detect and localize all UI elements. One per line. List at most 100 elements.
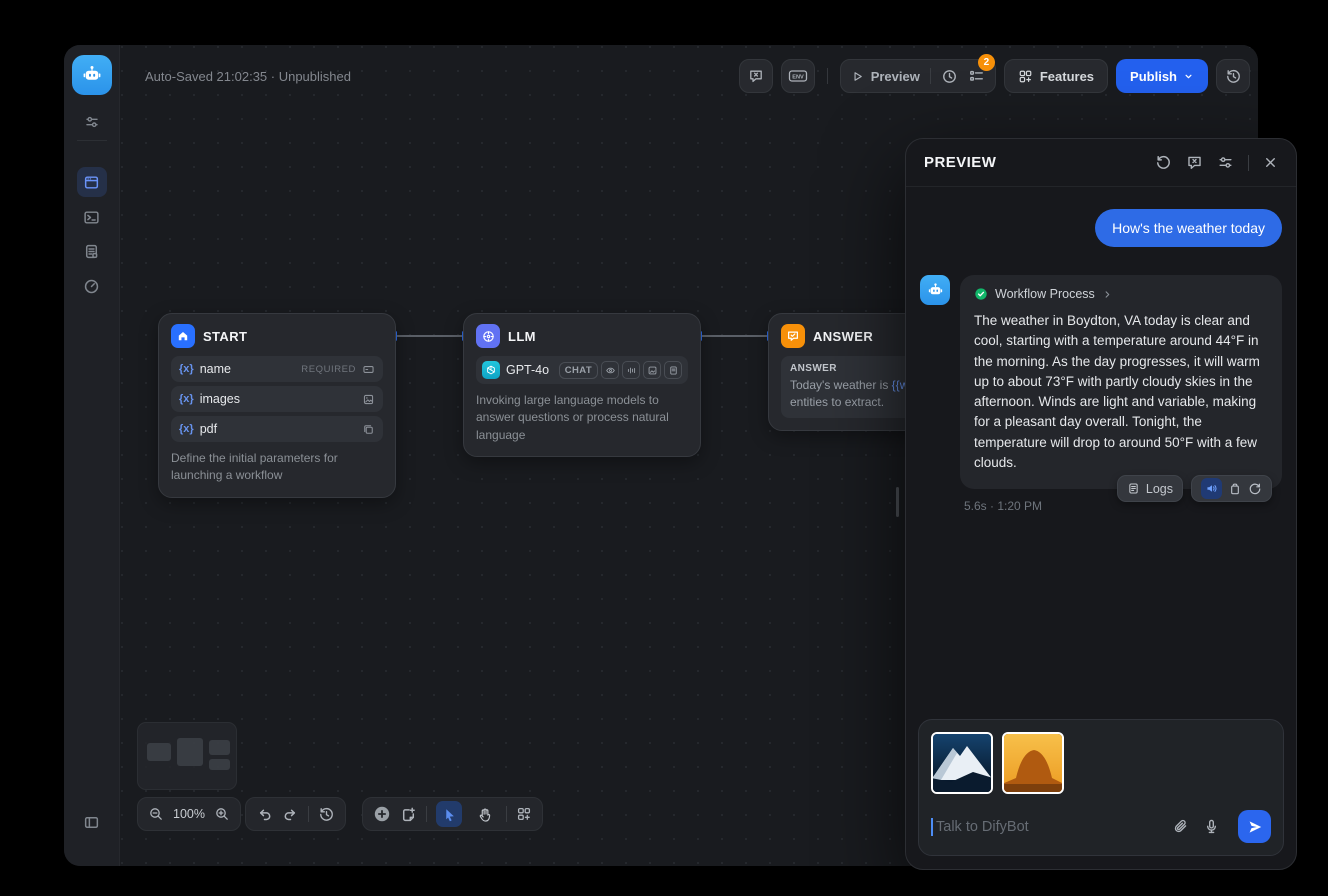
chat-input-row [931,810,1271,843]
workflow-process-toggle[interactable]: Workflow Process [974,287,1268,301]
sliders-icon[interactable] [1217,154,1234,171]
refresh-icon[interactable] [1155,154,1172,171]
chat-annotation-button[interactable] [739,59,773,93]
run-history-icon [941,68,958,85]
pill-divider [506,806,507,822]
svg-text:ENV: ENV [792,75,804,81]
zoom-level[interactable]: 100% [173,807,205,821]
undo-redo-controls [245,797,346,831]
start-field-images[interactable]: {x} images [171,386,383,412]
version-history-button[interactable] [1216,59,1250,93]
preview-header: PREVIEW [906,139,1296,187]
sidebar-item-terminal[interactable] [77,202,107,232]
features-button[interactable]: Features [1004,59,1108,93]
message-actions: Logs [1117,475,1272,502]
attachment-thumbnail-mountain-blue[interactable] [931,732,993,794]
app-logo[interactable] [72,55,112,95]
robot-icon [926,281,945,300]
publish-button[interactable]: Publish [1116,59,1208,93]
node-title: START [203,329,247,344]
variable-token: {x} [179,423,194,435]
regenerate-button[interactable] [1248,482,1262,496]
sidebar-item-orchestrate[interactable] [77,167,107,197]
attachment-thumbnail-mountain-orange[interactable] [1002,732,1064,794]
preview-button[interactable]: Preview [851,69,920,84]
mic-icon[interactable] [1203,818,1220,835]
undo-icon[interactable] [256,806,273,823]
chat-input-box [918,719,1284,856]
hand-icon [477,807,492,822]
vision-icon [601,361,619,379]
edge-start-llm [396,335,463,337]
tune-icon[interactable] [77,107,107,137]
send-icon [1247,819,1263,835]
checklist-button[interactable]: 2 [968,68,985,85]
image-file-icon [362,393,375,406]
chat-input[interactable] [936,819,1172,835]
message-tools [1191,475,1272,502]
zoom-in-icon[interactable] [214,806,230,822]
sidebar-item-monitoring[interactable] [77,271,107,301]
chevron-right-icon [1102,289,1113,300]
canvas-header: Auto-Saved 21:02:35 · Unpublished ENV Pr… [120,45,1258,107]
copy-button[interactable] [1228,482,1242,496]
collapse-sidebar-icon[interactable] [77,807,107,837]
preview-panel: PREVIEW How's the weather today [905,138,1297,870]
send-button[interactable] [1238,810,1271,843]
node-description: Define the initial parameters for launch… [171,450,383,485]
orchestrate-icon [83,174,100,191]
hand-tool[interactable] [471,801,497,827]
checklist-badge: 2 [978,54,995,71]
zoom-controls: 100% [137,797,241,831]
text-input-icon [362,363,375,376]
answer-icon [781,324,805,348]
pill-divider [308,806,309,822]
pill-divider [426,806,427,822]
env-button[interactable]: ENV [781,59,815,93]
start-field-pdf[interactable]: {x} pdf [171,416,383,442]
gpt4o-icon [482,361,500,379]
audio-icon [622,361,640,379]
add-node-icon[interactable] [373,805,391,823]
speaker-button[interactable] [1201,478,1222,499]
paperclip-icon[interactable] [1172,818,1189,835]
pill-divider [930,68,931,84]
chat-mode-badge: CHAT [559,362,598,379]
start-field-name[interactable]: {x} name REQUIRED [171,356,383,382]
organize-icon[interactable] [516,806,532,822]
header-divider [827,68,828,84]
env-icon: ENV [788,68,808,84]
chat-close-icon[interactable] [1186,154,1203,171]
zoom-out-icon[interactable] [148,806,164,822]
bot-message-bubble: Workflow Process The weather in Boydton,… [960,275,1282,489]
redo-icon[interactable] [282,806,299,823]
edge-llm-answer [701,335,768,337]
variable-token: {x} [179,393,194,405]
canvas-tools [362,797,543,831]
check-circle-icon [974,287,988,301]
chevron-down-icon [1183,71,1194,82]
node-llm[interactable]: LLM GPT-4o CHAT Invoking large lan [463,313,701,457]
minimap[interactable] [137,722,237,790]
pill-divider [1248,155,1249,171]
logs-button[interactable]: Logs [1117,475,1183,502]
node-start[interactable]: START {x} name REQUIRED {x} images [158,313,396,498]
node-description: Invoking large language models to answer… [476,392,688,444]
canvas-scroll-indicator[interactable] [896,487,899,517]
run-history-button[interactable] [941,68,958,85]
autosave-status: Auto-Saved 21:02:35 · Unpublished [145,69,351,84]
sidebar-item-logs[interactable] [77,236,107,266]
bot-message-row: Workflow Process The weather in Boydton,… [920,275,1282,489]
llm-icon [476,324,500,348]
pointer-tool[interactable] [436,801,462,827]
add-note-icon[interactable] [400,806,417,823]
llm-model-row[interactable]: GPT-4o CHAT [476,356,688,384]
terminal-icon [83,209,100,226]
close-icon[interactable] [1263,155,1278,170]
chat-messages[interactable]: How's the weather today Workflow Process… [906,187,1296,869]
chat-close-icon [748,68,764,84]
history-icon[interactable] [318,806,335,823]
speaker-icon [1205,482,1218,495]
document-icon [664,361,682,379]
variable-token: {x} [179,363,194,375]
